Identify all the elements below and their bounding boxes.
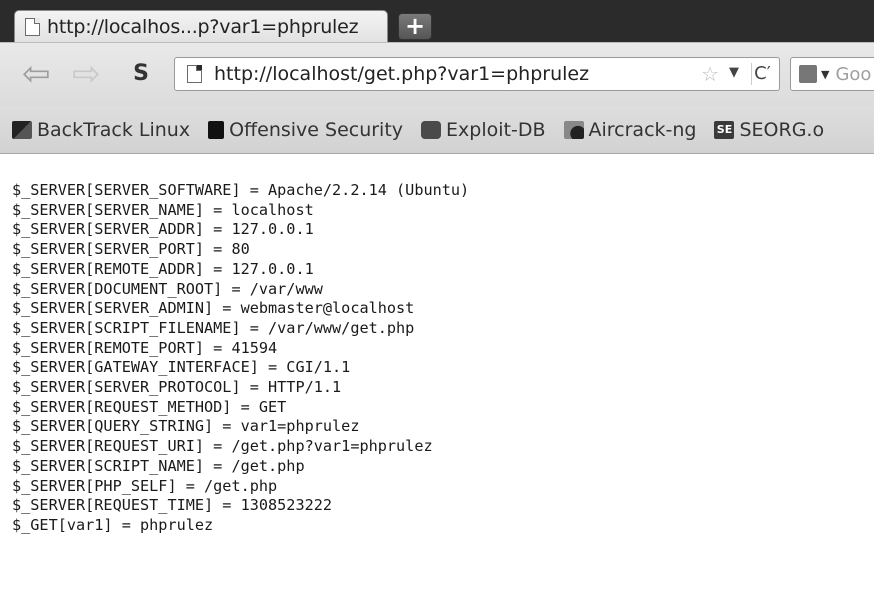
navigation-toolbar: ⇦ ⇨ S http://localhost/get.php?var1=phpr… xyxy=(0,42,874,106)
tab-title: http://localhos...p?var1=phprulez xyxy=(47,15,359,38)
sync-icon[interactable]: S xyxy=(128,61,154,87)
bookmark-label: Offensive Security xyxy=(229,118,404,141)
back-button[interactable]: ⇦ xyxy=(22,57,51,91)
output-line: $_SERVER[DOCUMENT_ROOT] = /var/www xyxy=(12,279,323,298)
output-line: $_SERVER[REMOTE_ADDR] = 127.0.0.1 xyxy=(12,259,314,278)
bookmark-offensive-security[interactable]: Offensive Security xyxy=(208,119,403,141)
bookmarks-bar: BackTrack Linux Offensive Security Explo… xyxy=(0,106,874,154)
output-line: $_SERVER[QUERY_STRING] = var1=phprulez xyxy=(12,417,360,436)
page-icon xyxy=(187,65,202,83)
output-line: $_SERVER[GATEWAY_INTERFACE] = CGI/1.1 xyxy=(12,358,351,377)
search-engine-icon[interactable] xyxy=(799,65,817,83)
reload-icon[interactable]: C′ xyxy=(751,63,773,85)
output-line: $_SERVER[SERVER_NAME] = localhost xyxy=(12,200,314,219)
output-line: $_SERVER[SERVER_PORT] = 80 xyxy=(12,240,250,259)
bookmark-label: Aircrack-ng xyxy=(588,118,697,141)
search-input[interactable]: Goo xyxy=(835,64,871,85)
page-icon xyxy=(25,17,40,36)
chevron-down-icon[interactable]: ▼ xyxy=(821,68,829,81)
backtrack-icon xyxy=(12,120,32,139)
output-line: $_SERVER[SCRIPT_FILENAME] = /var/www/get… xyxy=(12,318,415,337)
exploitdb-icon xyxy=(421,120,442,139)
output-line: $_SERVER[REQUEST_URI] = /get.php?var1=ph… xyxy=(12,437,433,456)
tab-active[interactable]: http://localhos...p?var1=phprulez xyxy=(14,10,388,42)
bookmark-backtrack[interactable]: BackTrack Linux xyxy=(12,119,190,141)
page-content: $_SERVER[SERVER_SOFTWARE] = Apache/2.2.1… xyxy=(0,155,874,594)
forward-button[interactable]: ⇨ xyxy=(72,57,101,91)
bookmark-aircrack-ng[interactable]: Aircrack-ng xyxy=(563,118,697,141)
output-line: $_SERVER[SERVER_SOFTWARE] = Apache/2.2.1… xyxy=(12,181,470,199)
output-line: $_SERVER[SCRIPT_NAME] = /get.php xyxy=(12,456,305,475)
star-icon[interactable]: ☆ xyxy=(701,62,719,86)
output-line: $_SERVER[PHP_SELF] = /get.php xyxy=(12,476,278,495)
tab-strip: http://localhos...p?var1=phprulez + xyxy=(0,0,874,42)
output-line: $_SERVER[SERVER_PROTOCOL] = HTTP/1.1 xyxy=(12,378,342,397)
output-line: $_SERVER[REQUEST_TIME] = 1308523222 xyxy=(12,496,333,515)
bookmark-label: BackTrack Linux xyxy=(37,118,191,141)
url-input[interactable]: http://localhost/get.php?var1=phprulez xyxy=(214,63,589,85)
aircrack-icon xyxy=(563,120,584,139)
output-line: $_SERVER[REMOTE_PORT] = 41594 xyxy=(12,338,278,357)
url-bar[interactable]: http://localhost/get.php?var1=phprulez ☆… xyxy=(174,57,780,91)
bookmark-label: Exploit-DB xyxy=(446,118,546,141)
chevron-down-icon[interactable]: ▼ xyxy=(729,65,739,80)
search-bar[interactable]: ▼ Goo xyxy=(790,57,874,91)
seorg-icon: SE xyxy=(714,120,735,139)
output-line: $_SERVER[SERVER_ADMIN] = webmaster@local… xyxy=(12,299,415,318)
offsec-icon xyxy=(208,120,225,139)
bookmark-label: SEORG.o xyxy=(739,118,825,141)
bookmark-exploit-db[interactable]: Exploit-DB xyxy=(421,118,546,141)
new-tab-button[interactable]: + xyxy=(398,13,432,40)
output-line: $_SERVER[REQUEST_METHOD] = GET xyxy=(12,397,287,416)
output-line: $_GET[var1] = phprulez xyxy=(12,515,214,534)
bookmark-seorg[interactable]: SE SEORG.o xyxy=(714,119,824,141)
output-line: $_SERVER[SERVER_ADDR] = 127.0.0.1 xyxy=(12,220,314,239)
